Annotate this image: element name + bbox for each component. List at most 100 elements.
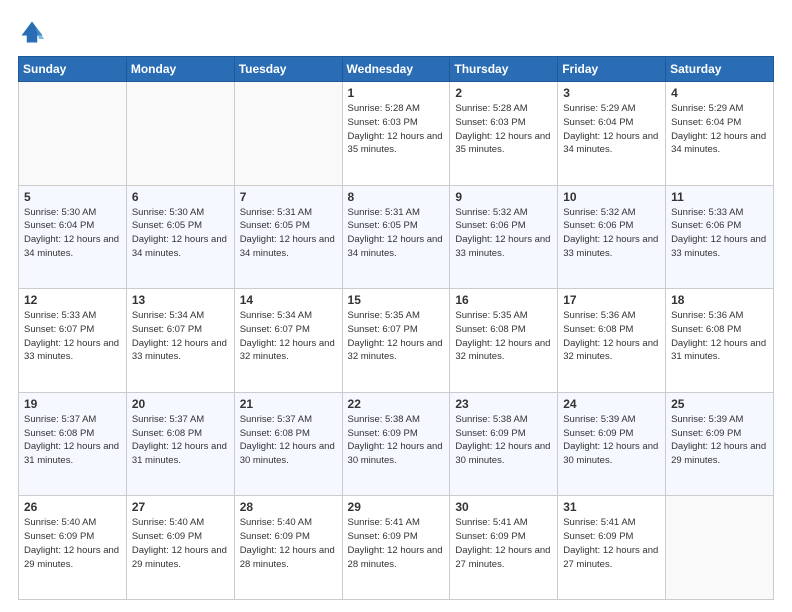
calendar-cell: 14 Sunrise: 5:34 AM Sunset: 6:07 PM Dayli… [234,289,342,393]
calendar-cell: 22 Sunrise: 5:38 AM Sunset: 6:09 PM Dayli… [342,392,450,496]
calendar-cell: 19 Sunrise: 5:37 AM Sunset: 6:08 PM Dayli… [19,392,127,496]
day-number: 31 [563,500,660,514]
weekday-header: Monday [126,57,234,82]
day-number: 1 [348,86,445,100]
day-info: Sunrise: 5:36 AM Sunset: 6:08 PM Dayligh… [671,309,768,364]
day-number: 15 [348,293,445,307]
calendar-week-row: 12 Sunrise: 5:33 AM Sunset: 6:07 PM Dayli… [19,289,774,393]
day-info: Sunrise: 5:35 AM Sunset: 6:07 PM Dayligh… [348,309,445,364]
calendar-cell: 30 Sunrise: 5:41 AM Sunset: 6:09 PM Dayli… [450,496,558,600]
calendar-cell: 6Sunrise: 5:30 AM Sunset: 6:05 PM Daylig… [126,185,234,289]
day-info: Sunrise: 5:41 AM Sunset: 6:09 PM Dayligh… [563,516,660,571]
day-number: 11 [671,190,768,204]
calendar-cell: 31 Sunrise: 5:41 AM Sunset: 6:09 PM Dayli… [558,496,666,600]
weekday-header: Tuesday [234,57,342,82]
day-info: Sunrise: 5:34 AM Sunset: 6:07 PM Dayligh… [240,309,337,364]
day-number: 7 [240,190,337,204]
day-info: Sunrise: 5:28 AM Sunset: 6:03 PM Dayligh… [348,102,445,157]
calendar-cell: 10 Sunrise: 5:32 AM Sunset: 6:06 PM Dayli… [558,185,666,289]
calendar-cell [234,82,342,186]
day-info: Sunrise: 5:41 AM Sunset: 6:09 PM Dayligh… [348,516,445,571]
calendar-cell: 23Sunrise: 5:38 AM Sunset: 6:09 PM Dayli… [450,392,558,496]
day-number: 27 [132,500,229,514]
day-number: 30 [455,500,552,514]
day-info: Sunrise: 5:28 AM Sunset: 6:03 PM Dayligh… [455,102,552,157]
weekday-header: Thursday [450,57,558,82]
day-info: Sunrise: 5:40 AM Sunset: 6:09 PM Dayligh… [24,516,121,571]
calendar-cell: 2 Sunrise: 5:28 AM Sunset: 6:03 PM Daylig… [450,82,558,186]
calendar-week-row: 26 Sunrise: 5:40 AM Sunset: 6:09 PM Dayli… [19,496,774,600]
day-info: Sunrise: 5:36 AM Sunset: 6:08 PM Dayligh… [563,309,660,364]
day-number: 5 [24,190,121,204]
day-number: 22 [348,397,445,411]
weekday-row: SundayMondayTuesdayWednesdayThursdayFrid… [19,57,774,82]
calendar-cell: 29 Sunrise: 5:41 AM Sunset: 6:09 PM Dayli… [342,496,450,600]
calendar-cell: 1 Sunrise: 5:28 AM Sunset: 6:03 PM Daylig… [342,82,450,186]
calendar-table: SundayMondayTuesdayWednesdayThursdayFrid… [18,56,774,600]
calendar-cell: 27Sunrise: 5:40 AM Sunset: 6:09 PM Dayli… [126,496,234,600]
day-info: Sunrise: 5:39 AM Sunset: 6:09 PM Dayligh… [671,413,768,468]
day-info: Sunrise: 5:35 AM Sunset: 6:08 PM Dayligh… [455,309,552,364]
calendar-cell: 9Sunrise: 5:32 AM Sunset: 6:06 PM Daylig… [450,185,558,289]
day-info: Sunrise: 5:32 AM Sunset: 6:06 PM Dayligh… [455,206,552,261]
calendar-cell: 11 Sunrise: 5:33 AM Sunset: 6:06 PM Dayli… [666,185,774,289]
day-info: Sunrise: 5:38 AM Sunset: 6:09 PM Dayligh… [348,413,445,468]
day-info: Sunrise: 5:31 AM Sunset: 6:05 PM Dayligh… [348,206,445,261]
day-info: Sunrise: 5:30 AM Sunset: 6:05 PM Dayligh… [132,206,229,261]
calendar-cell: 18 Sunrise: 5:36 AM Sunset: 6:08 PM Dayli… [666,289,774,393]
day-number: 19 [24,397,121,411]
calendar-header: SundayMondayTuesdayWednesdayThursdayFrid… [19,57,774,82]
day-number: 13 [132,293,229,307]
day-info: Sunrise: 5:33 AM Sunset: 6:07 PM Dayligh… [24,309,121,364]
day-info: Sunrise: 5:37 AM Sunset: 6:08 PM Dayligh… [240,413,337,468]
page: SundayMondayTuesdayWednesdayThursdayFrid… [0,0,792,612]
calendar-cell: 28 Sunrise: 5:40 AM Sunset: 6:09 PM Dayli… [234,496,342,600]
day-number: 17 [563,293,660,307]
day-number: 29 [348,500,445,514]
day-number: 18 [671,293,768,307]
logo [18,18,52,46]
calendar-cell: 24Sunrise: 5:39 AM Sunset: 6:09 PM Dayli… [558,392,666,496]
calendar-cell [19,82,127,186]
calendar-cell: 7Sunrise: 5:31 AM Sunset: 6:05 PM Daylig… [234,185,342,289]
weekday-header: Friday [558,57,666,82]
day-info: Sunrise: 5:41 AM Sunset: 6:09 PM Dayligh… [455,516,552,571]
day-number: 8 [348,190,445,204]
day-info: Sunrise: 5:34 AM Sunset: 6:07 PM Dayligh… [132,309,229,364]
day-number: 25 [671,397,768,411]
calendar-week-row: 1 Sunrise: 5:28 AM Sunset: 6:03 PM Daylig… [19,82,774,186]
calendar-cell: 21 Sunrise: 5:37 AM Sunset: 6:08 PM Dayli… [234,392,342,496]
day-number: 3 [563,86,660,100]
calendar-cell: 16 Sunrise: 5:35 AM Sunset: 6:08 PM Dayli… [450,289,558,393]
calendar-cell [126,82,234,186]
weekday-header: Wednesday [342,57,450,82]
day-number: 2 [455,86,552,100]
day-info: Sunrise: 5:37 AM Sunset: 6:08 PM Dayligh… [24,413,121,468]
day-info: Sunrise: 5:29 AM Sunset: 6:04 PM Dayligh… [671,102,768,157]
day-number: 28 [240,500,337,514]
day-number: 26 [24,500,121,514]
calendar-week-row: 19 Sunrise: 5:37 AM Sunset: 6:08 PM Dayli… [19,392,774,496]
day-info: Sunrise: 5:33 AM Sunset: 6:06 PM Dayligh… [671,206,768,261]
day-info: Sunrise: 5:37 AM Sunset: 6:08 PM Dayligh… [132,413,229,468]
day-number: 4 [671,86,768,100]
day-info: Sunrise: 5:40 AM Sunset: 6:09 PM Dayligh… [240,516,337,571]
calendar-cell: 25 Sunrise: 5:39 AM Sunset: 6:09 PM Dayli… [666,392,774,496]
day-number: 12 [24,293,121,307]
day-number: 20 [132,397,229,411]
day-number: 10 [563,190,660,204]
calendar-week-row: 5Sunrise: 5:30 AM Sunset: 6:04 PM Daylig… [19,185,774,289]
day-info: Sunrise: 5:32 AM Sunset: 6:06 PM Dayligh… [563,206,660,261]
logo-icon [18,18,46,46]
day-number: 21 [240,397,337,411]
calendar-cell: 20 Sunrise: 5:37 AM Sunset: 6:08 PM Dayli… [126,392,234,496]
calendar-cell: 12 Sunrise: 5:33 AM Sunset: 6:07 PM Dayli… [19,289,127,393]
weekday-header: Sunday [19,57,127,82]
calendar-body: 1 Sunrise: 5:28 AM Sunset: 6:03 PM Daylig… [19,82,774,600]
day-number: 14 [240,293,337,307]
calendar-cell: 8 Sunrise: 5:31 AM Sunset: 6:05 PM Daylig… [342,185,450,289]
calendar-cell: 3Sunrise: 5:29 AM Sunset: 6:04 PM Daylig… [558,82,666,186]
day-info: Sunrise: 5:39 AM Sunset: 6:09 PM Dayligh… [563,413,660,468]
day-number: 16 [455,293,552,307]
calendar-cell: 5Sunrise: 5:30 AM Sunset: 6:04 PM Daylig… [19,185,127,289]
